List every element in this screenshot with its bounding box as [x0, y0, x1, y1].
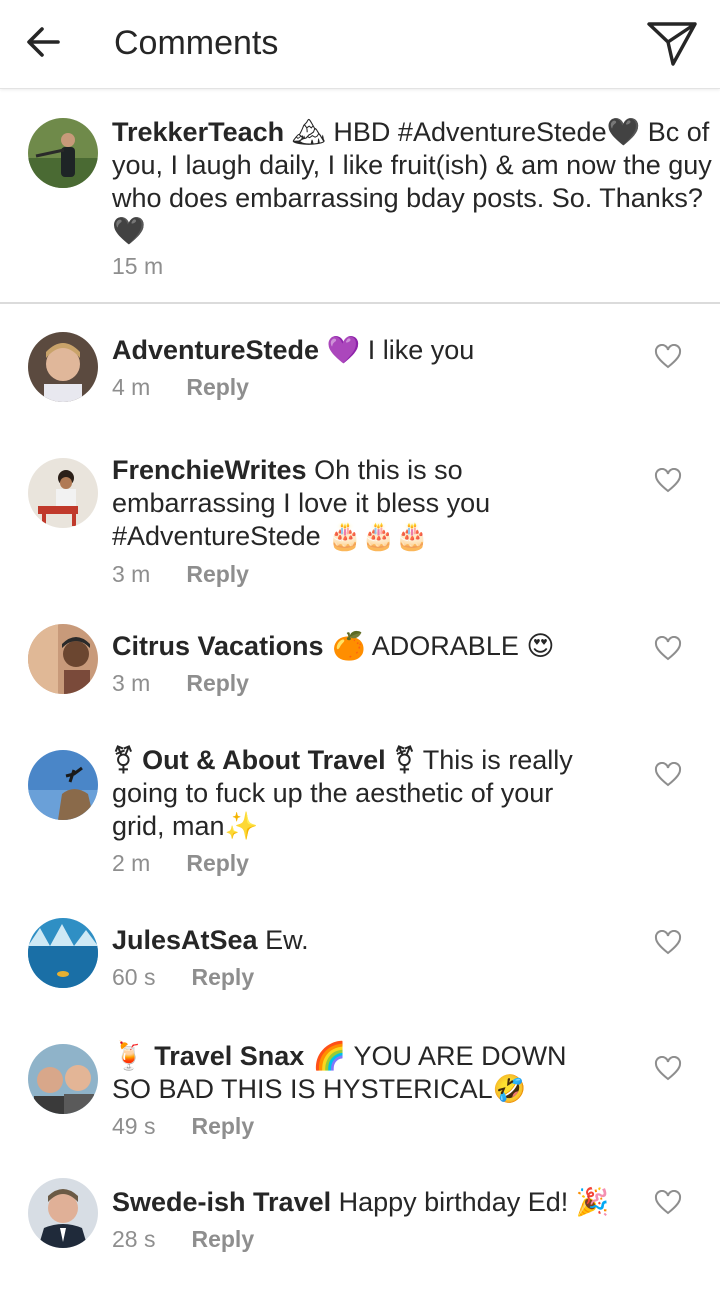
comment-item: JulesAtSea Ew. 60 s Reply [0, 908, 720, 1008]
arrow-left-icon [27, 27, 60, 57]
back-button[interactable] [22, 22, 66, 62]
heart-eyes-emoji: 😍 [526, 631, 555, 662]
comment-body: Ew. [257, 925, 309, 955]
comment-time: 4 m [112, 374, 151, 400]
reply-button[interactable]: Reply [186, 670, 249, 696]
comment-text: JulesAtSea Ew. [112, 924, 632, 957]
black-heart-emoji: 🖤 [606, 117, 641, 148]
avatar[interactable] [28, 624, 98, 694]
comment-meta: 28 s Reply [112, 1224, 632, 1254]
sparkles-emoji: ✨ [224, 811, 259, 842]
comment-item: ⚧ Out & About Travel ⚧ This is really go… [0, 730, 720, 890]
comment-meta: 49 s Reply [112, 1111, 612, 1141]
heart-outline-icon[interactable] [654, 1190, 682, 1216]
avatar[interactable] [28, 118, 98, 188]
caption-time: 15 m [112, 253, 164, 279]
heart-outline-icon[interactable] [654, 1056, 682, 1082]
comment-text: FrenchieWrites Oh this is so embarrassin… [112, 454, 632, 553]
comment-username[interactable]: JulesAtSea [112, 925, 258, 955]
reply-button[interactable]: Reply [191, 964, 254, 990]
comment-time: 3 m [112, 561, 151, 587]
comment-username[interactable]: Travel Snax [154, 1041, 304, 1071]
avatar[interactable] [28, 1178, 98, 1248]
comment-item: Citrus Vacations 🍊 ADORABLE 😍 3 m Reply [0, 616, 720, 716]
comment-meta: 3 m Reply [112, 559, 632, 589]
reply-button[interactable]: Reply [186, 374, 249, 400]
comment-text: 🍹 Travel Snax 🌈 YOU ARE DOWN SO BAD THIS… [112, 1040, 612, 1106]
comment-item: 🍹 Travel Snax 🌈 YOU ARE DOWN SO BAD THIS… [0, 1026, 720, 1156]
rainbow-emoji: 🌈 [304, 1041, 347, 1072]
heart-outline-icon[interactable] [654, 930, 682, 956]
comment-meta: 3 m Reply [112, 668, 632, 698]
comment-text: Swede-ish Travel Happy birthday Ed! 🎉 [112, 1186, 632, 1219]
comment-text: ⚧ Out & About Travel ⚧ This is really go… [112, 744, 612, 843]
reply-button[interactable]: Reply [191, 1226, 254, 1252]
comment-time: 2 m [112, 850, 151, 876]
heart-outline-icon[interactable] [654, 344, 682, 370]
comment-body: ADORABLE [365, 631, 527, 661]
comment-time: 3 m [112, 670, 151, 696]
comment-meta: 4 m Reply [112, 372, 632, 402]
birthday-cake-emoji: 🎂🎂🎂 [328, 521, 430, 552]
purple-heart-emoji: 💜 [326, 335, 361, 366]
reply-button[interactable]: Reply [186, 561, 249, 587]
comment-item: FrenchieWrites Oh this is so embarrassin… [0, 446, 720, 596]
comment-time: 28 s [112, 1226, 156, 1252]
tropical-drink-emoji: 🍹 [112, 1041, 155, 1072]
comment-time: 60 s [112, 964, 156, 990]
mountain-emoji: 🏔 [291, 117, 326, 148]
comment-username[interactable]: AdventureStede [112, 335, 319, 365]
comment-body: I like you [360, 335, 475, 365]
heart-outline-icon[interactable] [654, 762, 682, 788]
comment-item: Swede-ish Travel Happy birthday Ed! 🎉 28… [0, 1172, 720, 1272]
black-heart-emoji: 🖤 [112, 216, 146, 247]
comment-username[interactable]: Swede-ish Travel [112, 1187, 331, 1217]
comment-username[interactable]: Citrus Vacations [112, 631, 324, 661]
caption-text-part1: HBD #AdventureStede [325, 117, 607, 147]
reply-button[interactable]: Reply [191, 1113, 254, 1139]
page-title: Comments [114, 24, 279, 62]
caption-username[interactable]: TrekkerTeach [112, 117, 284, 147]
party-popper-emoji: 🎉 [575, 1187, 610, 1218]
avatar[interactable] [28, 1044, 98, 1114]
heart-outline-icon[interactable] [654, 636, 682, 662]
comment-username[interactable]: ⚧ Out & About Travel ⚧ [112, 745, 416, 775]
comment-meta: 60 s Reply [112, 962, 632, 992]
comment-text: AdventureStede 💜 I like you [112, 334, 632, 367]
rolling-laughing-emoji: 🤣 [492, 1074, 527, 1105]
caption-text: TrekkerTeach 🏔 HBD #AdventureStede🖤 Bc o… [112, 116, 712, 248]
avatar[interactable] [28, 458, 98, 528]
comment-username[interactable]: FrenchieWrites [112, 455, 307, 485]
avatar[interactable] [28, 918, 98, 988]
tangerine-emoji: 🍊 [323, 631, 366, 662]
avatar[interactable] [28, 332, 98, 402]
comment-text: Citrus Vacations 🍊 ADORABLE 😍 [112, 630, 632, 663]
share-button[interactable] [644, 16, 700, 70]
heart-outline-icon[interactable] [654, 468, 682, 494]
paper-plane-icon [647, 22, 697, 66]
comment-meta: 2 m Reply [112, 848, 612, 878]
avatar[interactable] [28, 750, 98, 820]
comment-body: Happy birthday Ed! [331, 1187, 576, 1217]
header-bar: Comments [0, 0, 720, 89]
reply-button[interactable]: Reply [186, 850, 249, 876]
comment-time: 49 s [112, 1113, 156, 1139]
comment-item: AdventureStede 💜 I like you 4 m Reply [0, 318, 720, 418]
post-caption: TrekkerTeach 🏔 HBD #AdventureStede🖤 Bc o… [0, 96, 720, 304]
